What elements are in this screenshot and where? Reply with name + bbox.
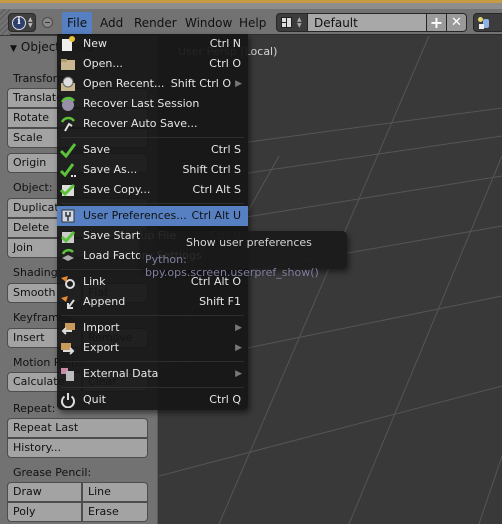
menu-separator [61,315,244,316]
menu-separator [61,361,244,362]
save-as-icon [59,162,76,178]
gp-line-button[interactable]: Line [82,482,148,502]
menu-item-import[interactable]: Import ▶ [57,318,248,338]
screen-layout-name-field[interactable]: Default [308,13,427,32]
gp-poly-button[interactable]: Poly [7,502,82,522]
menu-item-append[interactable]: Append Shift F1 [57,292,248,312]
menu-item-recover-last-session[interactable]: Recover Last Session [57,94,248,114]
menu-item-save-copy[interactable]: Save Copy... Ctrl Alt S [57,180,248,200]
grease-pencil-label: Grease Pencil: [13,466,92,479]
new-file-icon [60,36,76,52]
submenu-arrow-icon: ▶ [235,343,242,353]
updown-arrows-icon: ▲ ▼ [28,16,33,29]
tooltip-title: Show user preferences [186,236,312,249]
updown-arrows-icon: ▲ ▼ [297,16,302,29]
menu-item-external-data[interactable]: External Data ▶ [57,364,248,384]
object-label: Object: [13,181,53,194]
grid-line [348,155,502,524]
grid-line [218,36,430,524]
collapse-triangle-icon: ▼ [10,44,17,54]
tooltip: Show user preferences Python: bpy.ops.sc… [140,231,347,279]
menu-separator [61,387,244,388]
menu-help[interactable]: Help [234,12,271,34]
save-check-icon [59,142,77,159]
info-icon: i [12,16,26,30]
menu-item-open[interactable]: Open... Ctrl O [57,54,248,74]
save-copy-icon [59,182,76,198]
screen-layout-selector[interactable]: ▲ ▼ [276,13,308,32]
submenu-arrow-icon: ▶ [235,79,242,89]
repeat-last-button[interactable]: Repeat Last [7,418,148,438]
menu-item-user-preferences[interactable]: User Preferences... Ctrl Alt U [57,206,248,226]
menu-file[interactable]: File [62,12,93,34]
preferences-icon [60,208,76,224]
repeat-label: Repeat: [13,402,56,415]
quit-icon [60,392,76,409]
menu-item-save-as[interactable]: Save As... Shift Ctrl S [57,160,248,180]
menu-item-export[interactable]: Export ▶ [57,338,248,358]
open-recent-icon [60,76,76,92]
close-icon: ✕ [451,15,462,30]
menu-window[interactable]: Window [180,12,237,34]
scene-icon [478,17,490,29]
menu-item-open-recent[interactable]: Open Recent... Shift Ctrl O ▶ [57,74,248,94]
menu-item-recover-auto-save[interactable]: Recover Auto Save... [57,114,248,134]
submenu-arrow-icon: ▶ [235,323,242,333]
menu-item-save[interactable]: Save Ctrl S [57,140,248,160]
gp-erase-button[interactable]: Erase [82,502,148,522]
load-factory-icon [60,248,76,264]
submenu-arrow-icon: ▶ [235,369,242,379]
editor-type-selector[interactable]: i ▲ ▼ [8,13,36,32]
menu-render[interactable]: Render [129,12,182,34]
grid-line [478,455,502,524]
append-icon [60,294,76,310]
shading-label: Shading: [13,266,62,279]
menu-item-quit[interactable]: Quit Ctrl Q [57,390,248,410]
file-menu-dropdown: New Ctrl N Open... Ctrl O Open Recent...… [57,34,248,410]
gp-draw-button[interactable]: Draw [7,482,82,502]
recover-auto-icon [60,116,76,132]
tooltip-python: Python: bpy.ops.screen.userpref_show() [145,253,319,279]
add-layout-button[interactable]: + [427,13,447,32]
remove-layout-button[interactable]: ✕ [447,13,467,32]
link-icon [60,274,76,290]
menu-separator [61,137,244,138]
menu-item-new[interactable]: New Ctrl N [57,34,248,54]
export-icon [60,340,76,356]
menu-add[interactable]: Add [95,12,128,34]
save-startup-icon [60,228,76,244]
scene-selector[interactable] [473,13,502,32]
external-data-icon [60,366,76,382]
import-icon [60,320,76,336]
screen-layout-icon [281,17,292,28]
collapse-menus-button[interactable] [42,17,53,28]
recover-last-icon [60,96,76,112]
folder-open-icon [60,56,76,72]
history-button[interactable]: History... [7,438,148,458]
menu-separator [61,203,244,204]
plus-icon: + [429,13,444,32]
